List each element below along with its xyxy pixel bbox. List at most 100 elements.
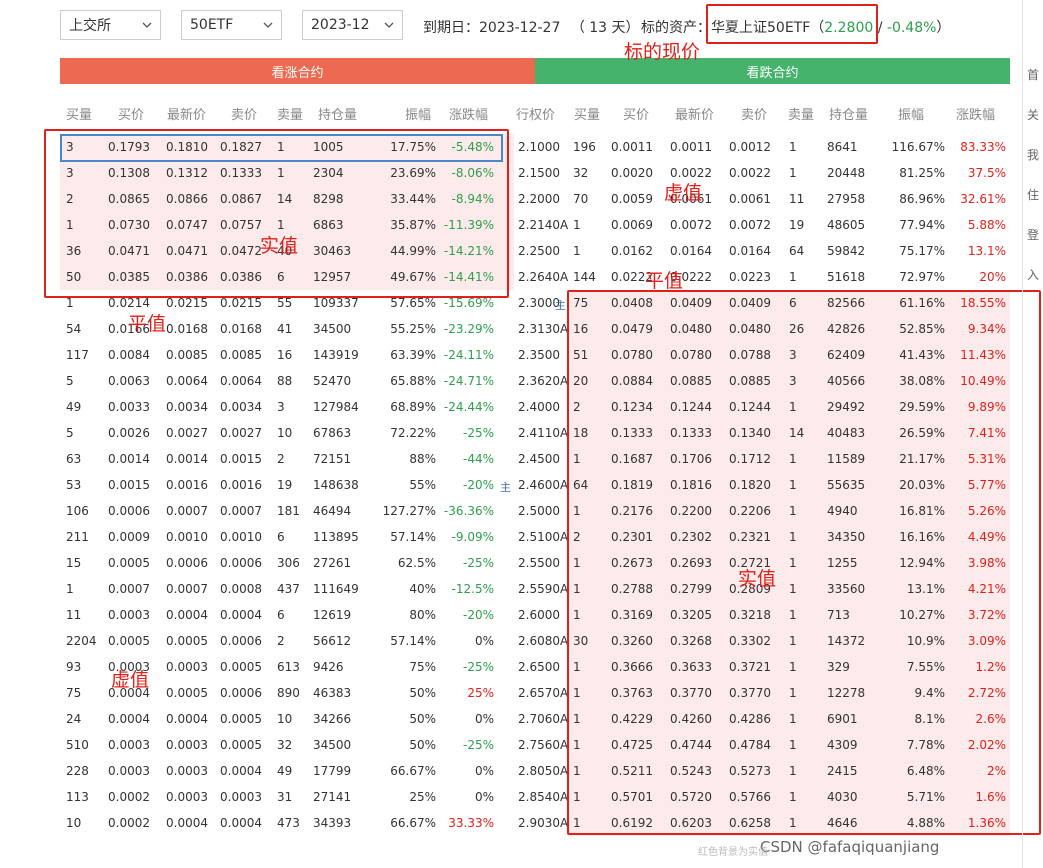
exchange-select[interactable]: 上交所 xyxy=(60,10,161,40)
put-oi: 48605 xyxy=(827,218,866,232)
call-ask-qty: 19 xyxy=(277,478,293,492)
underlying-select[interactable]: 50ETF xyxy=(181,10,282,40)
call-last: 0.0003 xyxy=(166,764,208,778)
call-last: 0.0168 xyxy=(166,322,208,336)
call-last: 0.0005 xyxy=(166,634,208,648)
call-amplitude: 55.25% xyxy=(390,322,436,336)
month-select[interactable]: 2023-12 xyxy=(302,10,403,40)
call-ask: 0.0007 xyxy=(220,504,262,518)
call-bid: 0.0007 xyxy=(108,582,150,596)
col-bid-call: 买价 xyxy=(118,108,145,123)
strike-price: 2.9030A xyxy=(518,816,569,830)
call-oi: 72151 xyxy=(313,452,352,466)
call-bid: 0.0004 xyxy=(108,712,150,726)
call-last: 0.0007 xyxy=(166,582,208,596)
call-bid-qty: 510 xyxy=(66,738,89,752)
call-amplitude: 50% xyxy=(409,738,436,752)
call-bid: 0.0014 xyxy=(108,452,150,466)
put-change: 5.88% xyxy=(967,218,1006,232)
call-amplitude: 72.22% xyxy=(390,426,436,440)
call-bid: 0.0002 xyxy=(108,790,150,804)
put-change: 32.61% xyxy=(960,192,1006,206)
call-bid-qty: 117 xyxy=(66,348,89,362)
col-bid-qty-call: 买量 xyxy=(66,108,93,123)
strike-price: 2.5500 xyxy=(518,556,560,570)
col-amp-call: 振幅 xyxy=(405,108,432,123)
call-ask: 0.0003 xyxy=(220,790,262,804)
put-change: 13.1% xyxy=(967,244,1006,258)
strike-price: 2.6080A xyxy=(518,634,569,648)
call-ask-qty: 306 xyxy=(277,556,300,570)
col-bid-qty-put: 买量 xyxy=(574,108,601,123)
strike-price: 2.7560A xyxy=(518,738,569,752)
sidebar-item[interactable]: 关 xyxy=(1027,106,1039,123)
put-amplitude: 77.94% xyxy=(899,218,945,232)
put-last: 0.0222 xyxy=(670,270,712,284)
call-ask-qty: 6 xyxy=(277,608,285,622)
sidebar-item[interactable]: 住 xyxy=(1027,186,1039,203)
call-amplitude: 50% xyxy=(409,712,436,726)
put-ask: 0.0223 xyxy=(729,270,771,284)
itm-call-highlight xyxy=(44,129,509,298)
strike-price: 2.1000 xyxy=(518,140,560,154)
put-last: 0.0061 xyxy=(670,192,712,206)
put-amplitude: 81.25% xyxy=(899,166,945,180)
call-bid: 0.0004 xyxy=(108,686,150,700)
strike-price: 2.2640A xyxy=(518,270,569,284)
asset-label: 标的资产： xyxy=(641,20,711,36)
call-last: 0.0010 xyxy=(166,530,208,544)
call-ask-qty: 31 xyxy=(277,790,293,804)
call-change: 0% xyxy=(474,634,494,648)
col-ask-qty-put: 卖量 xyxy=(788,108,815,123)
call-bid: 0.0084 xyxy=(108,348,150,362)
strike-price: 2.1500 xyxy=(518,166,560,180)
put-oi: 59842 xyxy=(827,244,866,258)
call-oi: 113895 xyxy=(313,530,359,544)
call-bid-qty: 228 xyxy=(66,764,89,778)
strike-price: 2.2500 xyxy=(518,244,560,258)
put-oi: 8641 xyxy=(827,140,858,154)
month-select-value: 2023-12 xyxy=(311,17,370,33)
call-bid: 0.0005 xyxy=(108,556,150,570)
col-oi-put: 持仓量 xyxy=(829,108,869,123)
call-ask: 0.0006 xyxy=(220,556,262,570)
exchange-select-value: 上交所 xyxy=(69,18,111,34)
col-last-call: 最新价 xyxy=(167,108,207,123)
call-contracts-bar: 看涨合约 xyxy=(60,58,535,84)
call-ask-qty: 437 xyxy=(277,582,300,596)
watermark-note: 红色背景为实值 xyxy=(698,847,768,858)
call-oi: 27141 xyxy=(313,790,352,804)
call-ask: 0.0006 xyxy=(220,686,262,700)
call-bid-qty: 24 xyxy=(66,712,82,726)
call-oi: 34393 xyxy=(313,816,352,830)
call-bid: 0.0026 xyxy=(108,426,150,440)
call-last: 0.0016 xyxy=(166,478,208,492)
underlying-select-value: 50ETF xyxy=(190,17,234,33)
call-ask: 0.0005 xyxy=(220,660,262,674)
put-oi: 27958 xyxy=(827,192,866,206)
call-ask: 0.0034 xyxy=(220,400,262,414)
sidebar-item[interactable]: 首 xyxy=(1027,66,1039,83)
col-oi-call: 持仓量 xyxy=(318,108,358,123)
put-ask: 0.0012 xyxy=(729,140,771,154)
put-change: 20% xyxy=(979,270,1006,284)
call-ask: 0.0085 xyxy=(220,348,262,362)
sidebar-item[interactable]: 我 xyxy=(1027,146,1039,163)
call-amplitude: 57.14% xyxy=(390,530,436,544)
call-amplitude: 66.67% xyxy=(390,816,436,830)
strike-price: 2.3130A xyxy=(518,322,569,336)
put-ask: 0.0164 xyxy=(729,244,771,258)
strike-price: 2.2000 xyxy=(518,192,560,206)
col-chg-call: 涨跌幅 xyxy=(449,108,489,123)
sidebar-item[interactable]: 登 xyxy=(1027,226,1039,243)
put-ask-qty: 19 xyxy=(789,218,805,232)
call-ask-qty: 181 xyxy=(277,504,300,518)
call-ask: 0.0027 xyxy=(220,426,262,440)
put-bid: 0.0020 xyxy=(611,166,653,180)
call-bid-qty: 75 xyxy=(66,686,82,700)
call-oi: 17799 xyxy=(313,764,352,778)
put-bid: 0.0162 xyxy=(611,244,653,258)
footer-credit: 红色背景为实值 CSDN @fafaqiquanjiang xyxy=(698,838,939,858)
put-change: 83.33% xyxy=(960,140,1006,154)
sidebar-item[interactable]: 入 xyxy=(1027,266,1039,283)
